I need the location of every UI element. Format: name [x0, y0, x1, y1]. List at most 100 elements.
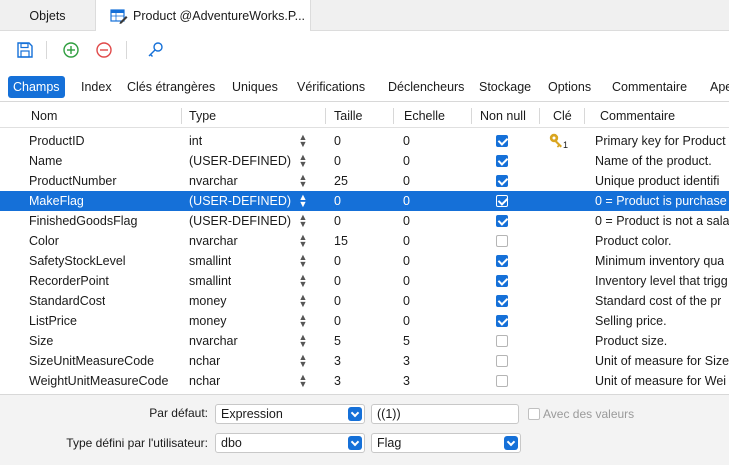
not-null-checkbox[interactable] — [496, 355, 508, 367]
not-null-checkbox[interactable] — [496, 275, 508, 287]
field-type-cell[interactable]: money — [189, 291, 227, 311]
tab-product-designer[interactable]: Product @AdventureWorks.P... — [95, 0, 311, 32]
not-null-checkbox[interactable] — [496, 195, 508, 207]
field-comment-cell[interactable]: Product size. — [595, 331, 667, 351]
tab-storage[interactable]: Stockage — [479, 76, 531, 98]
field-type-cell[interactable]: nchar — [189, 351, 220, 371]
column-header-type[interactable]: Type — [189, 103, 216, 128]
field-scale-cell[interactable]: 0 — [403, 251, 410, 271]
field-size-cell[interactable]: 3 — [334, 371, 341, 391]
with-values-checkbox[interactable] — [528, 408, 540, 420]
field-size-cell[interactable]: 0 — [334, 211, 341, 231]
field-scale-cell[interactable]: 3 — [403, 351, 410, 371]
field-comment-cell[interactable]: Unit of measure for Size — [595, 351, 729, 371]
table-row[interactable]: Size nvarchar ▲ ▼ 5 5 Product size. — [0, 331, 729, 351]
column-header-key[interactable]: Clé — [553, 103, 572, 128]
field-name-cell[interactable]: SizeUnitMeasureCode — [29, 351, 154, 371]
tab-checks[interactable]: Vérifications — [297, 76, 365, 98]
field-size-cell[interactable]: 0 — [334, 291, 341, 311]
not-null-checkbox[interactable] — [496, 375, 508, 387]
not-null-checkbox[interactable] — [496, 255, 508, 267]
field-size-cell[interactable]: 0 — [334, 191, 341, 211]
field-type-cell[interactable]: (USER-DEFINED) — [189, 191, 291, 211]
table-row[interactable]: SizeUnitMeasureCode nchar ▲ ▼ 3 3 Unit of meas… — [0, 351, 729, 371]
field-type-cell[interactable]: nvarchar — [189, 331, 238, 351]
field-comment-cell[interactable]: 0 = Product is purchase — [595, 191, 727, 211]
not-null-checkbox[interactable] — [496, 235, 508, 247]
not-null-checkbox[interactable] — [496, 295, 508, 307]
table-row[interactable]: ProductID int ▲ ▼ 0 0 1 Primary key for Product — [0, 131, 729, 151]
default-type-select[interactable]: Expression — [215, 404, 365, 424]
field-type-cell[interactable]: nvarchar — [189, 231, 238, 251]
not-null-checkbox[interactable] — [496, 155, 508, 167]
field-scale-cell[interactable]: 0 — [403, 171, 410, 191]
field-scale-cell[interactable]: 3 — [403, 371, 410, 391]
field-scale-cell[interactable]: 0 — [403, 311, 410, 331]
table-row[interactable]: ListPrice money ▲ ▼ 0 0 Selling price. — [0, 311, 729, 331]
not-null-checkbox[interactable] — [496, 175, 508, 187]
field-name-cell[interactable]: Size — [29, 331, 53, 351]
field-scale-cell[interactable]: 5 — [403, 331, 410, 351]
field-scale-cell[interactable]: 0 — [403, 131, 410, 151]
tab-overflow[interactable]: Ape — [710, 76, 729, 98]
field-size-cell[interactable]: 25 — [334, 171, 348, 191]
save-button[interactable] — [13, 38, 37, 62]
table-row[interactable]: Name (USER-DEFINED) ▲ ▼ 0 0 Name of the produc… — [0, 151, 729, 171]
field-size-cell[interactable]: 3 — [334, 351, 341, 371]
table-row[interactable]: FinishedGoodsFlag (USER-DEFINED) ▲ ▼ 0 0 0 = P… — [0, 211, 729, 231]
field-type-cell[interactable]: smallint — [189, 271, 231, 291]
field-scale-cell[interactable]: 0 — [403, 231, 410, 251]
type-updown-icon[interactable]: ▲ ▼ — [298, 293, 308, 309]
field-size-cell[interactable]: 0 — [334, 151, 341, 171]
field-type-cell[interactable]: nchar — [189, 371, 220, 391]
field-type-cell[interactable]: smallint — [189, 251, 231, 271]
column-header-name[interactable]: Nom — [31, 103, 57, 128]
field-name-cell[interactable]: ListPrice — [29, 311, 77, 331]
not-null-checkbox[interactable] — [496, 335, 508, 347]
field-comment-cell[interactable]: Unique product identifi — [595, 171, 719, 191]
type-updown-icon[interactable]: ▲ ▼ — [298, 313, 308, 329]
table-row[interactable]: WeightUnitMeasureCode nchar ▲ ▼ 3 3 Unit of me… — [0, 371, 729, 391]
primary-key-button[interactable] — [143, 38, 167, 62]
field-scale-cell[interactable]: 0 — [403, 291, 410, 311]
type-updown-icon[interactable]: ▲ ▼ — [298, 373, 308, 389]
not-null-checkbox[interactable] — [496, 315, 508, 327]
table-row[interactable]: ProductNumber nvarchar ▲ ▼ 25 0 Unique product… — [0, 171, 729, 191]
field-name-cell[interactable]: SafetyStockLevel — [29, 251, 126, 271]
field-name-cell[interactable]: RecorderPoint — [29, 271, 109, 291]
type-updown-icon[interactable]: ▲ ▼ — [298, 153, 308, 169]
field-name-cell[interactable]: WeightUnitMeasureCode — [29, 371, 168, 391]
udt-type-select[interactable]: Flag — [371, 433, 521, 453]
field-scale-cell[interactable]: 0 — [403, 151, 410, 171]
type-updown-icon[interactable]: ▲ ▼ — [298, 213, 308, 229]
tab-comment[interactable]: Commentaire — [612, 76, 687, 98]
field-type-cell[interactable]: nvarchar — [189, 171, 238, 191]
tab-uniques[interactable]: Uniques — [232, 76, 278, 98]
field-comment-cell[interactable]: Inventory level that trigg — [595, 271, 728, 291]
column-header-not-null[interactable]: Non null — [480, 103, 526, 128]
field-name-cell[interactable]: MakeFlag — [29, 191, 84, 211]
field-name-cell[interactable]: FinishedGoodsFlag — [29, 211, 137, 231]
type-updown-icon[interactable]: ▲ ▼ — [298, 173, 308, 189]
field-name-cell[interactable]: Name — [29, 151, 62, 171]
field-scale-cell[interactable]: 0 — [403, 191, 410, 211]
table-row[interactable]: RecorderPoint smallint ▲ ▼ 0 0 Inventory level… — [0, 271, 729, 291]
table-row[interactable]: SafetyStockLevel smallint ▲ ▼ 0 0 Minimum inve… — [0, 251, 729, 271]
not-null-checkbox[interactable] — [496, 215, 508, 227]
type-updown-icon[interactable]: ▲ ▼ — [298, 233, 308, 249]
field-size-cell[interactable]: 0 — [334, 271, 341, 291]
tab-objects[interactable]: Objets — [0, 0, 95, 31]
tab-options[interactable]: Options — [548, 76, 591, 98]
type-updown-icon[interactable]: ▲ ▼ — [298, 353, 308, 369]
table-row[interactable]: StandardCost money ▲ ▼ 0 0 Standard cost of th… — [0, 291, 729, 311]
field-scale-cell[interactable]: 0 — [403, 211, 410, 231]
field-size-cell[interactable]: 0 — [334, 131, 341, 151]
tab-fields[interactable]: Champs — [8, 76, 65, 98]
table-row[interactable]: Color nvarchar ▲ ▼ 15 0 Product color. — [0, 231, 729, 251]
field-name-cell[interactable]: ProductNumber — [29, 171, 117, 191]
field-size-cell[interactable]: 15 — [334, 231, 348, 251]
column-header-size[interactable]: Taille — [334, 103, 363, 128]
tab-indexes[interactable]: Index — [81, 76, 112, 98]
column-header-scale[interactable]: Echelle — [404, 103, 445, 128]
udt-schema-select[interactable]: dbo — [215, 433, 365, 453]
